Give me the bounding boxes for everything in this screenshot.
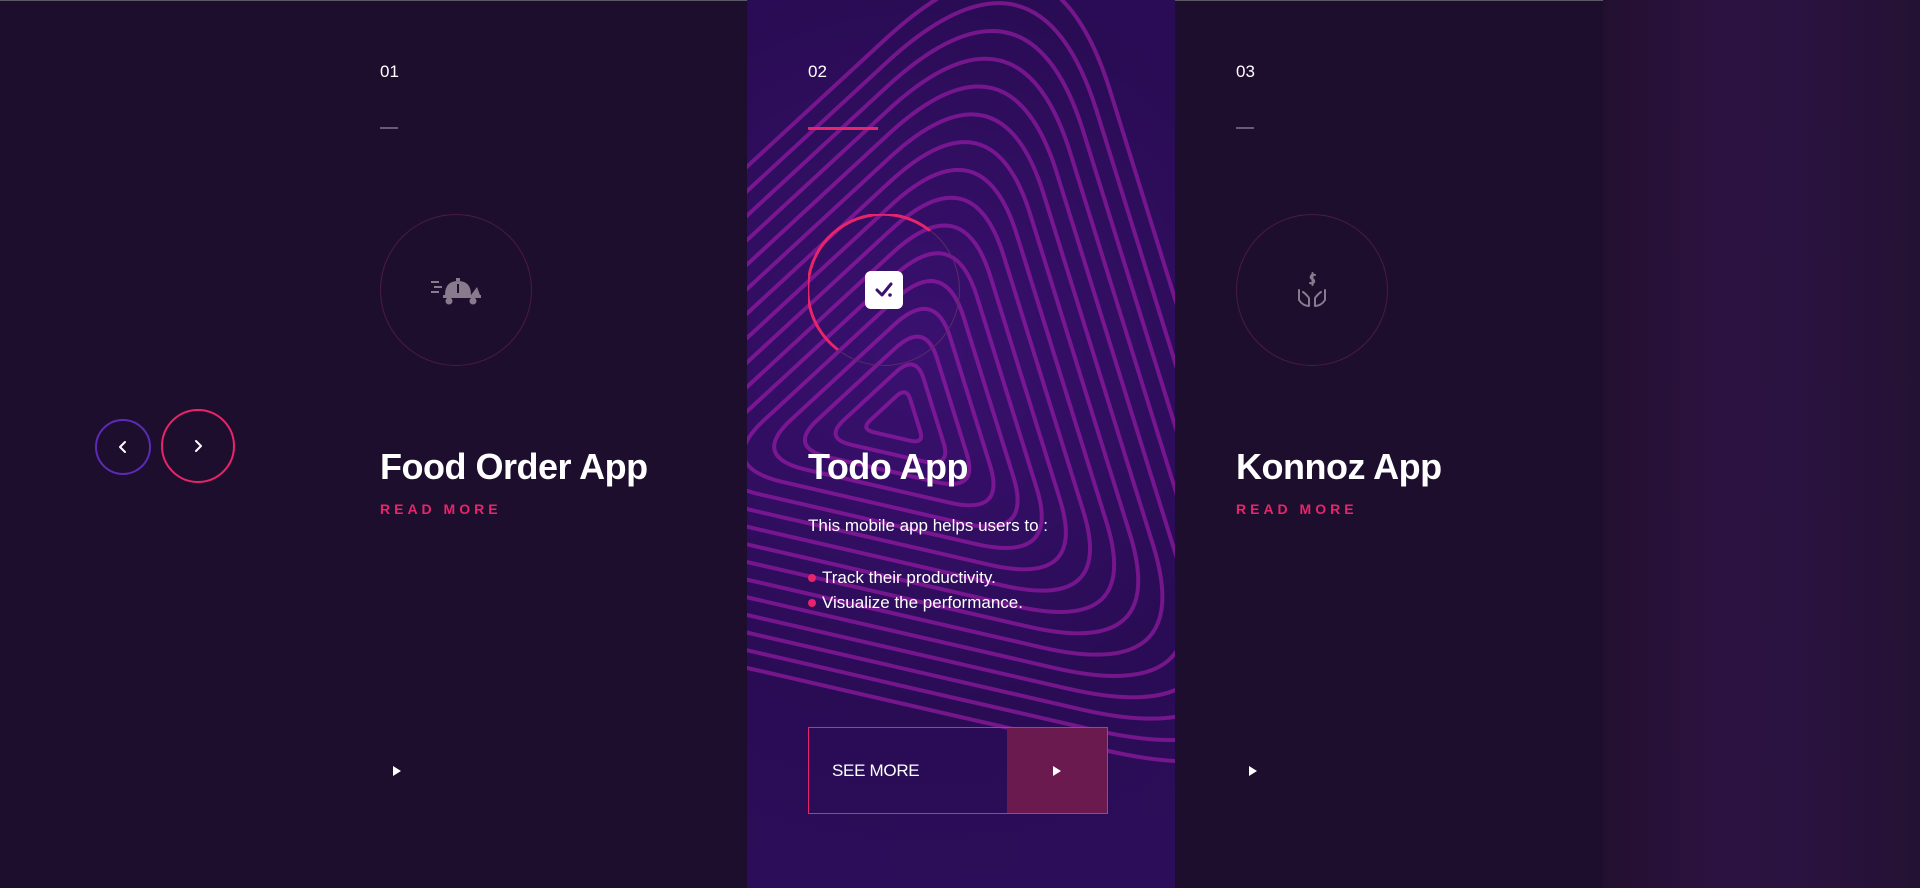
feature-list: Track their productivity. Visualize the …	[808, 565, 1023, 615]
read-more-link[interactable]: READ MORE	[1236, 501, 1358, 517]
previous-slide-button[interactable]	[95, 419, 151, 475]
play-icon[interactable]	[391, 764, 403, 778]
see-more-button[interactable]: SEE MORE	[808, 727, 1108, 814]
play-icon	[1053, 765, 1061, 776]
slide-title: Konnoz App	[1236, 446, 1442, 487]
see-more-label: SEE MORE	[832, 760, 920, 780]
bullet-dot	[808, 573, 816, 582]
slide-food-order[interactable]: 01 Food Order App READ MORE	[319, 0, 747, 888]
wave-line	[864, 390, 924, 444]
slide-number: 03	[1236, 62, 1255, 81]
play-icon[interactable]	[1247, 764, 1259, 778]
slide-todo[interactable]: 02 Todo App This mobile app helps users …	[747, 0, 1175, 888]
chevron-left-icon	[119, 441, 126, 453]
bullet-dot	[808, 598, 816, 607]
money-hands-icon	[1298, 272, 1326, 307]
next-slide-button[interactable]	[161, 409, 235, 483]
list-item: Track their productivity.	[808, 565, 1023, 590]
slide-description: This mobile app helps users to :	[808, 516, 1049, 535]
todo-checkbox-icon	[865, 271, 903, 309]
list-item: Visualize the performance.	[808, 590, 1023, 615]
slide-indicator-active	[808, 127, 878, 130]
slide-number: 01	[380, 62, 399, 81]
slide-next-preview	[1603, 0, 1920, 888]
slide-konnoz[interactable]: 03 Konnoz App READ MORE	[1175, 0, 1603, 888]
slide-title: Todo App	[808, 446, 968, 487]
slide-indicator	[380, 127, 398, 129]
slide-number: 02	[808, 62, 827, 81]
food-delivery-icon	[431, 278, 481, 305]
slide-indicator	[1236, 127, 1254, 129]
slide-title: Food Order App	[380, 446, 648, 487]
read-more-link[interactable]: READ MORE	[380, 501, 502, 517]
chevron-right-icon	[195, 440, 202, 452]
